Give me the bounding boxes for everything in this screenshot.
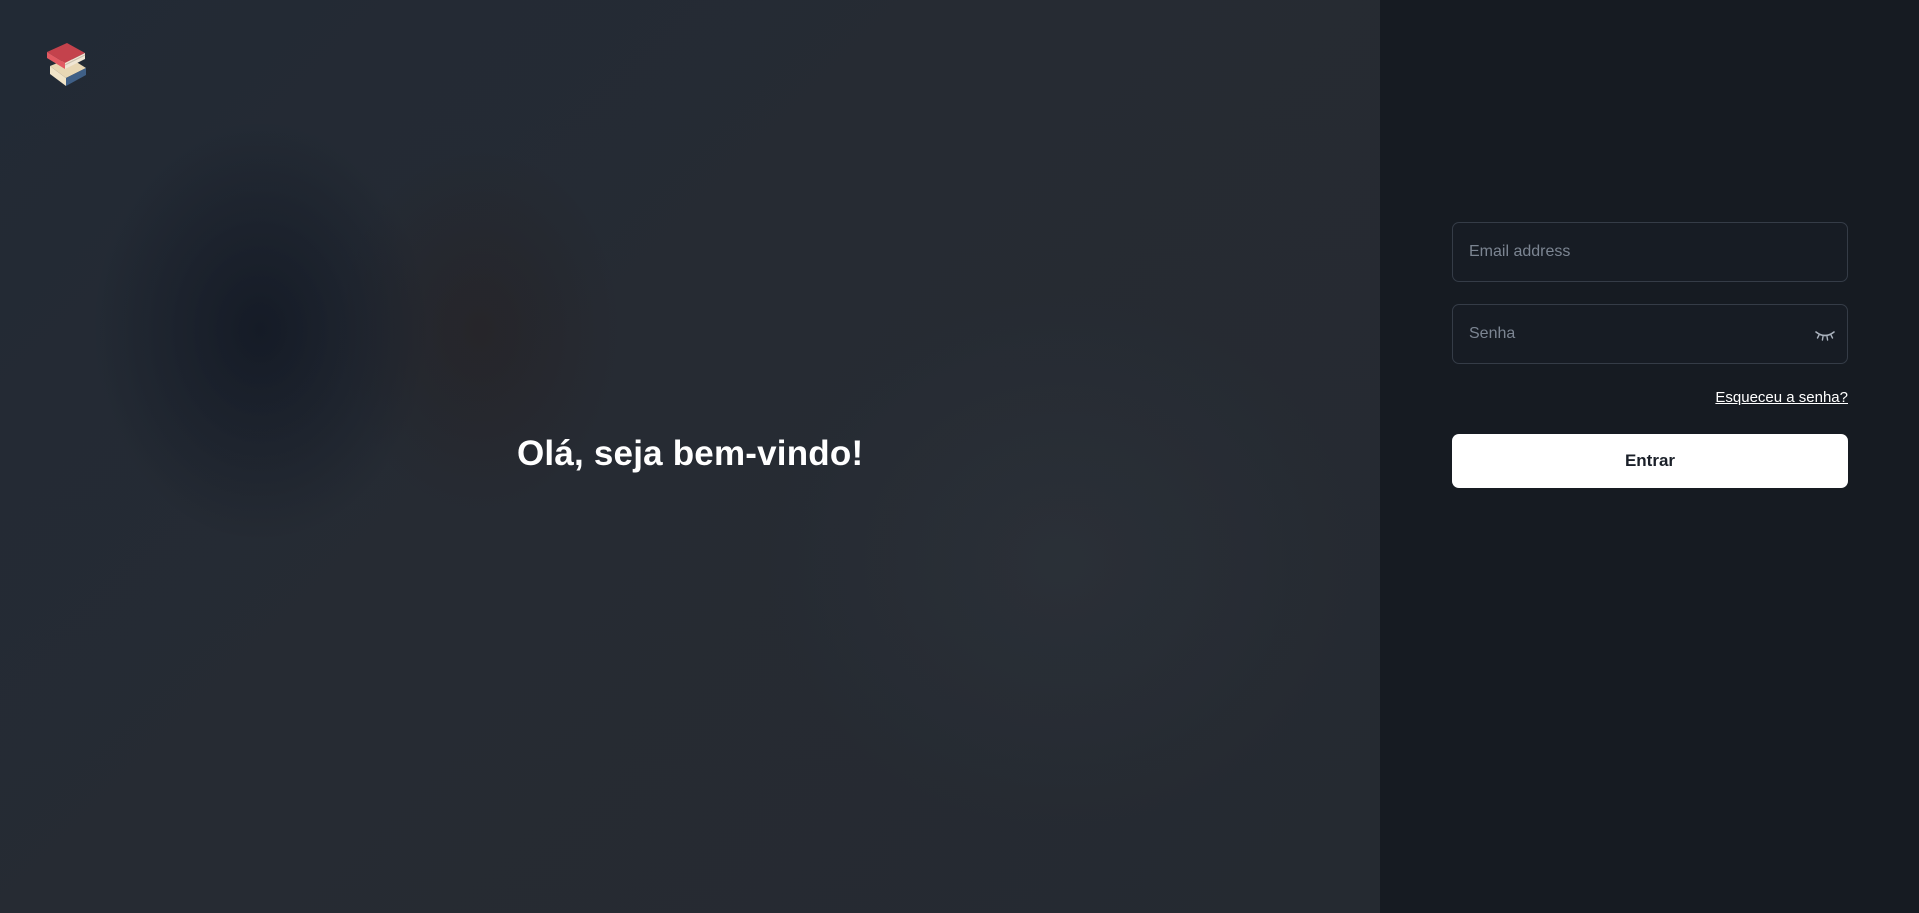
hero-panel: Olá, seja bem-vindo! <box>0 0 1380 913</box>
password-input[interactable] <box>1453 305 1847 363</box>
login-panel: Esqueceu a senha? Entrar <box>1380 0 1919 913</box>
email-input[interactable] <box>1453 223 1847 281</box>
stacked-books-icon <box>42 38 92 88</box>
login-button[interactable]: Entrar <box>1452 434 1848 488</box>
forgot-password-link[interactable]: Esqueceu a senha? <box>1715 389 1848 406</box>
password-field-wrapper <box>1452 304 1848 364</box>
login-page: Olá, seja bem-vindo! Esqueceu a senha? E… <box>0 0 1919 913</box>
eye-closed-icon[interactable] <box>1813 323 1837 347</box>
email-field-wrapper <box>1452 222 1848 282</box>
welcome-heading: Olá, seja bem-vindo! <box>517 434 864 473</box>
